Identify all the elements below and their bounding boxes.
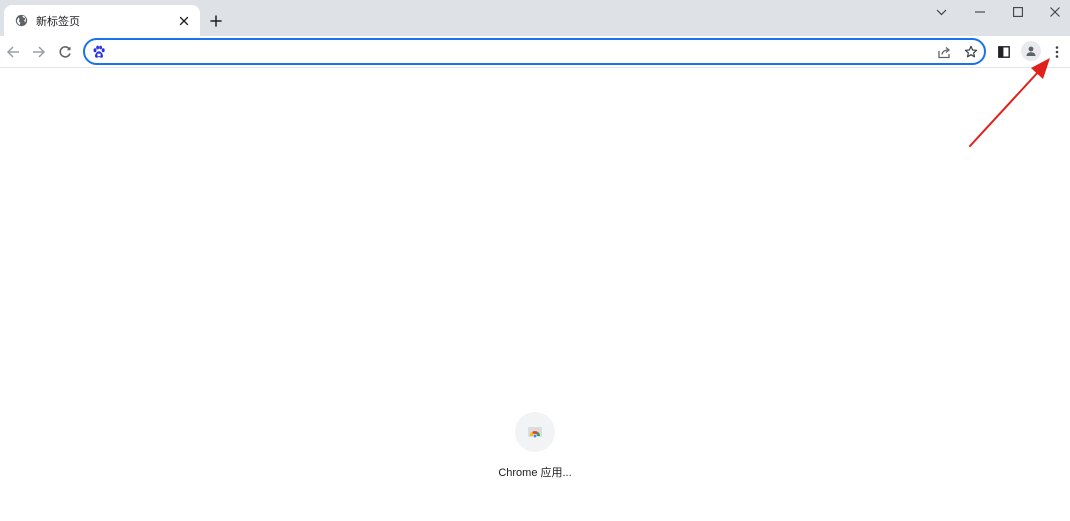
maximize-icon [1013, 7, 1023, 17]
chrome-apps-icon [527, 424, 543, 440]
share-icon[interactable] [936, 44, 952, 60]
omnibox[interactable] [83, 38, 986, 65]
chevron-down-icon [936, 9, 947, 16]
forward-button[interactable] [28, 41, 50, 63]
tab-new-tab[interactable]: 新标签页 [4, 5, 200, 36]
minimize-button[interactable] [961, 0, 999, 24]
shortcut-tile [515, 412, 555, 452]
close-icon[interactable] [176, 13, 192, 29]
arrow-left-icon [6, 45, 20, 59]
maximize-button[interactable] [999, 0, 1037, 24]
shortcut-label: Chrome 应用... [498, 467, 572, 479]
reload-button[interactable] [54, 41, 76, 63]
plus-icon [210, 15, 222, 27]
new-tab-button[interactable] [205, 10, 227, 32]
baidu-paw-icon [91, 44, 107, 60]
address-input[interactable] [115, 42, 915, 61]
back-button[interactable] [2, 41, 24, 63]
profile-avatar-icon[interactable] [1021, 41, 1041, 61]
close-window-button[interactable] [1036, 0, 1070, 24]
side-panel-icon [998, 46, 1010, 58]
close-icon [1050, 7, 1060, 17]
arrow-right-icon [32, 45, 46, 59]
kebab-menu-icon [1055, 45, 1059, 59]
globe-icon [15, 14, 28, 27]
tab-title: 新标签页 [36, 15, 80, 28]
reload-icon [58, 45, 72, 59]
side-panel-button[interactable] [993, 41, 1015, 63]
minimize-icon [975, 11, 985, 13]
tab-search-button[interactable] [922, 0, 960, 24]
star-icon[interactable] [963, 44, 979, 60]
shortcut-chrome-apps[interactable]: Chrome 应用... [480, 407, 590, 487]
toolbar [0, 36, 1070, 68]
menu-button[interactable] [1046, 41, 1068, 63]
tab-strip: 新标签页 [0, 0, 1070, 36]
